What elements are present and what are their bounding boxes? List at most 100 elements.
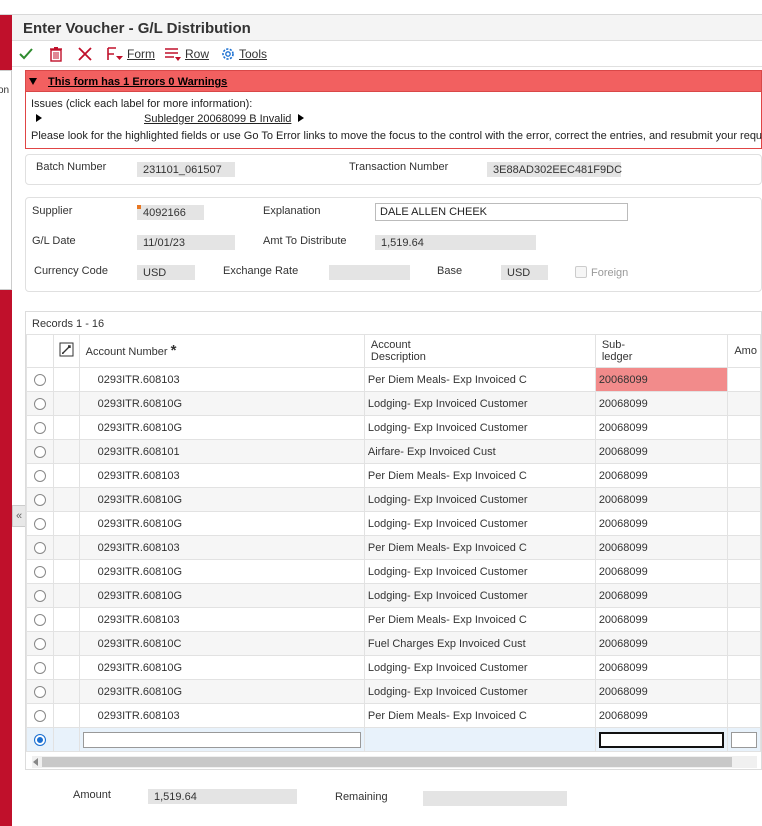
subledger-cell[interactable]: 20068099	[594, 439, 729, 464]
amount-cell[interactable]	[727, 583, 761, 608]
cancel-button[interactable]	[78, 45, 92, 63]
row-select-radio[interactable]	[26, 727, 54, 752]
subledger-header[interactable]: Sub- ledger	[594, 334, 729, 368]
table-row[interactable]: 0293ITR.608103 Per Diem Meals- Exp Invoic…	[26, 463, 761, 488]
subledger-cell[interactable]: 20068099	[594, 535, 729, 560]
account-number-header[interactable]: Account Number *	[78, 334, 365, 368]
subledger-cell[interactable]: 20068099	[594, 415, 729, 440]
new-amount-input[interactable]	[727, 727, 761, 752]
table-row[interactable]: 0293ITR.60810C Fuel Charges Exp Invoiced …	[26, 631, 761, 656]
amount-cell[interactable]	[727, 679, 761, 704]
error-summary-text[interactable]: This form has 1 Errors 0 Warnings	[48, 76, 227, 88]
amount-cell[interactable]	[727, 559, 761, 584]
account-number-cell[interactable]: 0293ITR.60810G	[78, 655, 365, 680]
amount-cell[interactable]	[727, 415, 761, 440]
row-select-radio[interactable]	[26, 367, 54, 392]
subledger-cell[interactable]: 20068099	[594, 463, 729, 488]
row-select-radio[interactable]	[26, 535, 54, 560]
subledger-cell[interactable]: 20068099	[594, 679, 729, 704]
row-select-radio[interactable]	[26, 607, 54, 632]
form-menu-button[interactable]: Form	[106, 45, 155, 63]
tools-menu-button[interactable]: Tools	[220, 45, 267, 63]
table-row[interactable]: 0293ITR.608103 Per Diem Meals- Exp Invoic…	[26, 607, 761, 632]
table-row[interactable]: 0293ITR.60810G Lodging- Exp Invoiced Cust…	[26, 487, 761, 512]
row-menu-button[interactable]: Row	[164, 45, 209, 63]
table-row[interactable]: 0293ITR.608103 Per Diem Meals- Exp Invoic…	[26, 535, 761, 560]
table-row[interactable]: 0293ITR.60810G Lodging- Exp Invoiced Cust…	[26, 679, 761, 704]
subledger-cell[interactable]: 20068099	[594, 607, 729, 632]
scrollbar-thumb[interactable]	[42, 757, 732, 767]
go-to-error-icon[interactable]	[298, 114, 304, 122]
row-select-radio[interactable]	[26, 703, 54, 728]
subledger-cell[interactable]: 20068099	[594, 367, 729, 392]
account-description-header[interactable]: Account Description	[363, 334, 596, 368]
ok-button[interactable]	[18, 45, 34, 63]
new-entry-row[interactable]	[26, 727, 761, 752]
subledger-cell[interactable]: 20068099	[594, 391, 729, 416]
account-number-cell[interactable]: 0293ITR.60810G	[78, 559, 365, 584]
row-select-radio[interactable]	[26, 559, 54, 584]
row-select-radio[interactable]	[26, 439, 54, 464]
subledger-cell[interactable]: 20068099	[594, 559, 729, 584]
amount-cell[interactable]	[727, 463, 761, 488]
error-summary-bar[interactable]: This form has 1 Errors 0 Warnings	[25, 70, 762, 92]
table-row[interactable]: 0293ITR.608101 Airfare- Exp Invoiced Cust…	[26, 439, 761, 464]
subledger-cell[interactable]: 20068099	[594, 631, 729, 656]
amount-cell[interactable]	[727, 487, 761, 512]
customize-grid-button[interactable]	[52, 334, 80, 368]
amount-cell[interactable]	[727, 367, 761, 392]
table-row[interactable]: 0293ITR.60810G Lodging- Exp Invoiced Cust…	[26, 583, 761, 608]
table-row[interactable]: 0293ITR.608103 Per Diem Meals- Exp Invoic…	[26, 703, 761, 728]
subledger-cell[interactable]: 20068099	[594, 703, 729, 728]
subledger-cell[interactable]: 20068099	[594, 583, 729, 608]
amount-cell[interactable]	[727, 631, 761, 656]
table-row[interactable]: 0293ITR.60810G Lodging- Exp Invoiced Cust…	[26, 655, 761, 680]
account-number-cell[interactable]: 0293ITR.608103	[78, 703, 365, 728]
table-row[interactable]: 0293ITR.60810G Lodging- Exp Invoiced Cust…	[26, 559, 761, 584]
account-number-cell[interactable]: 0293ITR.60810G	[78, 415, 365, 440]
amount-cell[interactable]	[727, 391, 761, 416]
table-row[interactable]: 0293ITR.60810G Lodging- Exp Invoiced Cust…	[26, 511, 761, 536]
row-select-radio[interactable]	[26, 391, 54, 416]
amount-cell[interactable]	[727, 607, 761, 632]
account-number-cell[interactable]: 0293ITR.60810G	[78, 679, 365, 704]
row-select-radio[interactable]	[26, 487, 54, 512]
issue-link[interactable]: Subledger 20068099 B Invalid	[144, 113, 291, 125]
row-select-radio[interactable]	[26, 463, 54, 488]
account-number-cell[interactable]: 0293ITR.60810G	[78, 487, 365, 512]
row-select-radio[interactable]	[26, 631, 54, 656]
account-number-cell[interactable]: 0293ITR.608103	[78, 463, 365, 488]
delete-button[interactable]	[49, 45, 63, 63]
account-number-cell[interactable]: 0293ITR.60810C	[78, 631, 365, 656]
subledger-cell[interactable]: 20068099	[594, 511, 729, 536]
new-account-number-input[interactable]	[78, 727, 365, 752]
account-number-cell[interactable]: 0293ITR.608103	[78, 607, 365, 632]
subledger-cell[interactable]: 20068099	[594, 487, 729, 512]
amount-cell[interactable]	[727, 439, 761, 464]
scroll-left-icon[interactable]	[33, 758, 38, 766]
sidebar-tab[interactable]: on	[0, 70, 12, 290]
account-number-cell[interactable]: 0293ITR.608101	[78, 439, 365, 464]
table-row[interactable]: 0293ITR.60810G Lodging- Exp Invoiced Cust…	[26, 415, 761, 440]
amount-cell[interactable]	[727, 703, 761, 728]
explanation-input[interactable]: DALE ALLEN CHEEK	[375, 203, 628, 221]
account-number-cell[interactable]: 0293ITR.60810G	[78, 511, 365, 536]
account-number-cell[interactable]: 0293ITR.60810G	[78, 583, 365, 608]
row-select-radio[interactable]	[26, 655, 54, 680]
collapse-panel-icon[interactable]: «	[12, 505, 26, 527]
row-select-radio[interactable]	[26, 511, 54, 536]
account-number-cell[interactable]: 0293ITR.60810G	[78, 391, 365, 416]
amount-cell[interactable]	[727, 535, 761, 560]
table-row[interactable]: 0293ITR.608103 Per Diem Meals- Exp Invoic…	[26, 367, 761, 392]
new-subledger-input[interactable]	[594, 727, 729, 752]
table-row[interactable]: 0293ITR.60810G Lodging- Exp Invoiced Cust…	[26, 391, 761, 416]
account-number-cell[interactable]: 0293ITR.608103	[78, 367, 365, 392]
amount-cell[interactable]	[727, 511, 761, 536]
row-select-radio[interactable]	[26, 583, 54, 608]
subledger-cell[interactable]: 20068099	[594, 655, 729, 680]
horizontal-scrollbar[interactable]	[32, 756, 757, 768]
foreign-checkbox[interactable]	[575, 266, 587, 278]
row-select-radio[interactable]	[26, 415, 54, 440]
amount-header[interactable]: Amo	[727, 334, 761, 368]
row-select-radio[interactable]	[26, 679, 54, 704]
